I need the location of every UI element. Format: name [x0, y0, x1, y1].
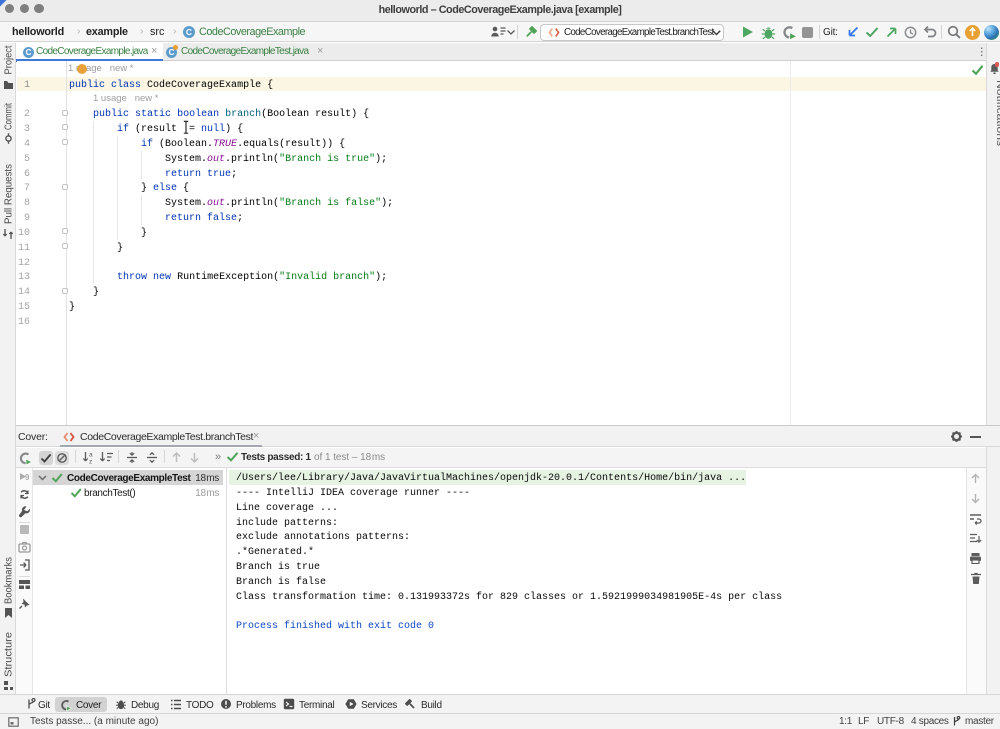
svg-text:z: z	[89, 459, 92, 465]
svg-text:a: a	[89, 452, 93, 459]
svg-text:Bookmarks: Bookmarks	[4, 557, 15, 604]
svg-text:Notifications: Notifications	[994, 80, 1000, 146]
svg-text:Structure: Structure	[4, 632, 15, 677]
svg-text:9: 9	[25, 473, 30, 482]
